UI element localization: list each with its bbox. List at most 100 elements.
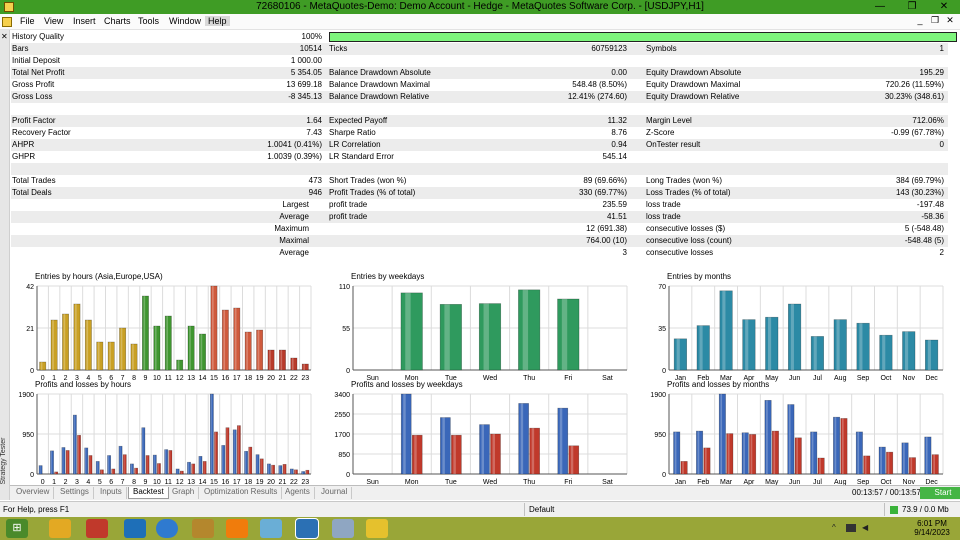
report-label: AHPR bbox=[12, 140, 35, 149]
notepad-icon[interactable] bbox=[260, 519, 282, 538]
tab-inputs[interactable]: Inputs bbox=[96, 487, 127, 499]
menu-charts[interactable]: Charts bbox=[101, 16, 134, 26]
maximize-button[interactable]: ❐ bbox=[896, 0, 928, 14]
search-tool-icon[interactable] bbox=[192, 519, 214, 538]
y-tick-label: 0 bbox=[346, 368, 350, 375]
start-icon[interactable]: ⊞ bbox=[6, 519, 28, 538]
bar bbox=[439, 304, 462, 371]
menu-tools[interactable]: Tools bbox=[135, 16, 162, 26]
report-row: Maximum 12 (691.38) consecutive losses ($)… bbox=[11, 223, 948, 235]
menu-window[interactable]: Window bbox=[166, 16, 204, 26]
bar-highlight bbox=[773, 431, 776, 474]
bar bbox=[271, 464, 276, 475]
tray-caret[interactable]: ^ bbox=[832, 523, 836, 532]
tab-journal[interactable]: Journal bbox=[317, 487, 353, 499]
tab-graph[interactable]: Graph bbox=[168, 487, 200, 499]
report-label: Balance Drawdown Relative bbox=[329, 92, 430, 101]
bar-highlight bbox=[165, 449, 167, 474]
report-row: GHPR 1.0039 (0.39%) LR Standard Error 545.1… bbox=[11, 151, 948, 163]
bar-highlight bbox=[453, 435, 456, 474]
start-button[interactable]: Start bbox=[920, 487, 960, 499]
bar-highlight bbox=[39, 465, 41, 474]
report-label: Margin Level bbox=[646, 116, 692, 125]
tester-close-icon[interactable]: ✕ bbox=[1, 32, 8, 41]
bar bbox=[202, 461, 207, 475]
bar bbox=[179, 470, 184, 475]
bar-highlight bbox=[790, 304, 794, 370]
mdi-minimize-button[interactable]: _ bbox=[914, 15, 926, 25]
menu-help[interactable]: Help bbox=[205, 16, 230, 26]
bar bbox=[400, 393, 412, 475]
store-icon[interactable] bbox=[86, 519, 108, 538]
bar-highlight bbox=[135, 468, 136, 474]
backtest-report: History Quality 100% Bars 10514 Ticks 60759… bbox=[11, 31, 957, 259]
bar-highlight bbox=[295, 469, 296, 474]
mdi-restore-button[interactable]: ❐ bbox=[929, 15, 941, 26]
sticky-icon[interactable] bbox=[366, 519, 388, 538]
report-label: Largest bbox=[282, 200, 309, 209]
bar-highlight bbox=[444, 304, 450, 370]
edge-icon[interactable] bbox=[124, 519, 146, 538]
bar bbox=[62, 313, 69, 371]
volume-icon[interactable]: ◀ bbox=[862, 523, 868, 532]
tab-optimization-results[interactable]: Optimization Results bbox=[200, 487, 283, 499]
system-clock[interactable]: 6:01 PM 9/14/2023 bbox=[906, 519, 958, 537]
y-tick-label: 950 bbox=[22, 432, 34, 439]
bar bbox=[787, 404, 795, 475]
y-tick-label: 42 bbox=[26, 284, 34, 291]
bar-highlight bbox=[720, 394, 723, 474]
bar bbox=[176, 359, 184, 371]
vlc-icon[interactable] bbox=[226, 519, 248, 538]
metatrader-icon[interactable] bbox=[295, 518, 319, 539]
tab-settings[interactable]: Settings bbox=[56, 487, 94, 499]
report-value: 5 (-548.48) bbox=[904, 224, 944, 233]
bar bbox=[164, 449, 169, 475]
network-icon[interactable] bbox=[846, 524, 856, 532]
bar-highlight bbox=[796, 437, 798, 474]
bar bbox=[726, 433, 734, 475]
tab-overview[interactable]: Overview bbox=[12, 487, 55, 499]
file-explorer-icon[interactable] bbox=[49, 519, 71, 538]
bar-highlight bbox=[63, 314, 66, 370]
bar-highlight bbox=[857, 431, 860, 474]
bar bbox=[118, 445, 123, 475]
bar bbox=[164, 315, 172, 371]
bar-highlight bbox=[40, 362, 43, 370]
bar bbox=[400, 292, 423, 371]
bar-highlight bbox=[910, 457, 913, 474]
monitor-icon[interactable] bbox=[332, 519, 354, 538]
menu-file[interactable]: File bbox=[17, 16, 38, 26]
report-value: 235.59 bbox=[602, 200, 627, 209]
bar bbox=[568, 445, 580, 475]
menu-view[interactable]: View bbox=[41, 16, 66, 26]
edge-icon[interactable] bbox=[156, 519, 178, 538]
bar-highlight bbox=[260, 458, 262, 474]
bar bbox=[741, 432, 749, 475]
bar bbox=[50, 319, 58, 371]
tab-backtest[interactable]: Backtest bbox=[128, 487, 169, 499]
close-button[interactable]: ✕ bbox=[928, 0, 960, 14]
report-label: LR Correlation bbox=[329, 140, 381, 149]
entries-by-hours-chart: 0 21 42 0 1 2 3 4 5 6 7 8 9 10 11 12 13 14 15 16 17 18 19 20 21 2… bbox=[11, 272, 321, 384]
mdi-close-button[interactable]: ✕ bbox=[944, 15, 956, 26]
chart-title: Entries by months bbox=[667, 272, 732, 281]
bar-highlight bbox=[85, 447, 87, 474]
bar bbox=[931, 454, 939, 475]
bar-highlight bbox=[233, 429, 235, 474]
minimize-button[interactable]: — bbox=[864, 0, 896, 14]
menu-insert[interactable]: Insert bbox=[70, 16, 99, 26]
report-value: -548.48 (5) bbox=[904, 236, 944, 245]
y-tick-label: 850 bbox=[338, 452, 350, 459]
bar-highlight bbox=[766, 400, 768, 474]
entries-by-weekdays-chart: 0 55 110 Sun Mon Tue Wed Thu Fri Sat Entries by w… bbox=[327, 272, 637, 384]
bar-highlight bbox=[210, 394, 212, 474]
document-icon[interactable] bbox=[2, 17, 12, 27]
report-value: 11.32 bbox=[607, 116, 627, 125]
y-tick-label: 1700 bbox=[334, 432, 350, 439]
history-quality-value: 100% bbox=[301, 32, 322, 41]
bar bbox=[191, 463, 196, 475]
tab-agents[interactable]: Agents bbox=[281, 487, 315, 499]
bar-highlight bbox=[842, 418, 844, 474]
bar bbox=[855, 431, 863, 475]
bar-highlight bbox=[237, 425, 239, 474]
